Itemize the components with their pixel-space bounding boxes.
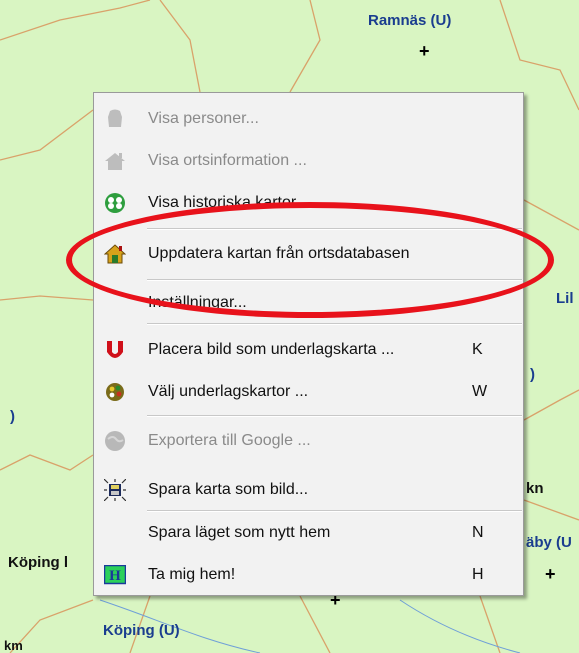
shortcut-key: N <box>472 524 484 541</box>
shortcut-key: W <box>472 383 488 400</box>
menu-separator <box>147 228 522 230</box>
person-silhouette-icon <box>104 109 126 129</box>
menu-item-visa-historiska-kartor[interactable]: Visa historiska kartor ... <box>94 186 523 220</box>
menu-separator <box>147 279 522 281</box>
update-house-icon <box>104 244 126 264</box>
menu-item-label: Visa ortsinformation ... <box>148 152 307 169</box>
shortcut-key: K <box>472 341 483 358</box>
menu-item-uppdatera-kartan[interactable]: Uppdatera kartan från ortsdatabasen <box>94 237 523 271</box>
menu-item-spara-laget[interactable]: Spara läget som nytt hem N <box>94 516 523 550</box>
menu-separator <box>147 415 522 417</box>
menu-item-label: Visa historiska kartor ... <box>148 194 314 211</box>
map-scale-unit: km <box>4 638 23 653</box>
map-river <box>399 599 521 653</box>
map-boundary-line <box>0 0 151 41</box>
map-marker-aby: + <box>545 564 556 584</box>
map-boundary-line <box>523 389 579 421</box>
menu-separator <box>147 323 522 325</box>
menu-item-visa-personer[interactable]: Visa personer... <box>94 102 523 136</box>
house-icon <box>104 151 126 171</box>
menu-item-installningar[interactable]: Inställningar... <box>94 286 523 320</box>
map-label-koping: Köping l <box>8 554 68 571</box>
menu-item-label: Placera bild som underlagskarta ... <box>148 341 395 358</box>
map-label-koping-u: Köping (U) <box>103 622 180 639</box>
map-boundary-line <box>299 595 331 653</box>
shortcut-key: H <box>472 566 484 583</box>
menu-item-label: Inställningar... <box>148 294 247 311</box>
map-boundary-line <box>523 199 579 231</box>
map-label-ramnas: Ramnäs (U) <box>368 12 452 29</box>
menu-item-ta-mig-hem[interactable]: H Ta mig hem! H <box>94 558 523 592</box>
menu-item-label: Uppdatera kartan från ortsdatabasen <box>148 245 410 262</box>
menu-item-label: Ta mig hem! <box>148 566 236 583</box>
save-image-icon <box>104 479 126 501</box>
svg-text:H: H <box>109 568 121 584</box>
menu-item-label: Spara karta som bild... <box>148 481 309 498</box>
map-boundary-line <box>0 109 94 161</box>
map-boundary-line <box>0 454 94 471</box>
home-h-icon: H <box>104 565 126 585</box>
map-boundary-line <box>523 499 579 521</box>
context-menu: Visa personer... Visa ortsinformation ..… <box>93 92 524 596</box>
map-boundary-line <box>0 295 94 301</box>
map-label-left-u: ) <box>10 408 15 425</box>
map-marker-ramnas: + <box>419 41 430 61</box>
menu-item-label: Spara läget som nytt hem <box>148 524 331 541</box>
map-boundary-line <box>159 0 201 93</box>
menu-item-placera-bild[interactable]: Placera bild som underlagskarta ... K <box>94 333 523 367</box>
menu-item-spara-karta[interactable]: Spara karta som bild... <box>94 473 523 507</box>
menu-item-visa-ortsinformation[interactable]: Visa ortsinformation ... <box>94 144 523 178</box>
map-label-right-u: ) <box>530 366 535 383</box>
menu-item-exportera-google[interactable]: Exportera till Google ... <box>94 424 523 458</box>
u-magnet-icon <box>104 340 126 360</box>
palette-icon <box>104 382 126 402</box>
menu-item-label: Välj underlagskartor ... <box>148 383 309 400</box>
historic-map-icon <box>104 193 126 213</box>
menu-item-label: Visa personer... <box>148 110 259 127</box>
menu-separator <box>147 510 522 512</box>
map-boundary-line <box>289 0 321 93</box>
map-label-lil: Lil <box>556 290 574 307</box>
map-label-kn: kn <box>526 480 544 497</box>
globe-icon <box>104 431 126 451</box>
map-label-aby: äby (U <box>526 534 572 551</box>
menu-item-valj-underlagskartor[interactable]: Välj underlagskartor ... W <box>94 375 523 409</box>
menu-item-label: Exportera till Google ... <box>148 432 311 449</box>
